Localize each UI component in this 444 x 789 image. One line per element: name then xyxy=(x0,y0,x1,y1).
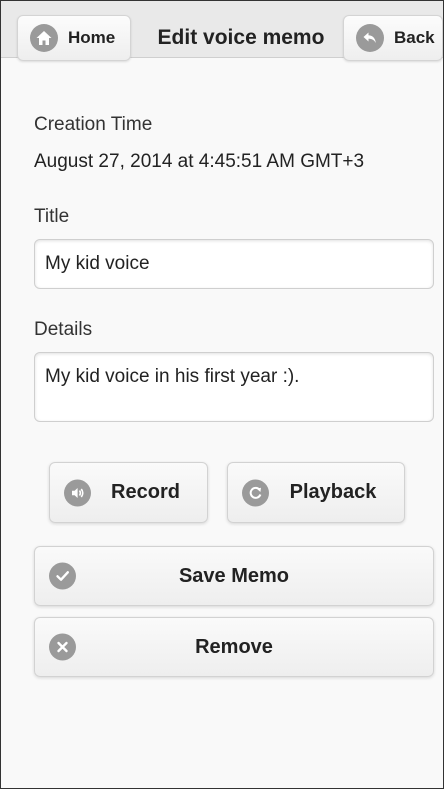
save-memo-label: Save Memo xyxy=(178,564,290,587)
refresh-icon xyxy=(242,479,269,506)
remove-button[interactable]: Remove xyxy=(34,617,434,677)
back-button-label: Back xyxy=(394,28,435,47)
remove-button-label: Remove xyxy=(195,635,273,658)
home-button-label: Home xyxy=(68,28,116,47)
details-textarea[interactable]: My kid voice in his first year :). xyxy=(34,352,434,422)
page-title: Edit voice memo xyxy=(157,26,325,49)
home-button[interactable]: Home xyxy=(17,15,131,61)
creation-time-value: August 27, 2014 at 4:45:51 AM GMT+3 xyxy=(34,151,365,172)
speaker-icon xyxy=(64,479,91,506)
creation-time-label: Creation Time xyxy=(34,114,153,135)
record-button[interactable]: Record xyxy=(49,462,208,523)
home-icon xyxy=(30,24,58,52)
playback-button[interactable]: Playback xyxy=(227,462,405,523)
app-frame: Home Edit voice memo Back Creation Time … xyxy=(0,0,444,789)
back-arrow-icon xyxy=(356,24,384,52)
back-button[interactable]: Back xyxy=(343,15,443,61)
details-label: Details xyxy=(34,319,93,340)
save-memo-button[interactable]: Save Memo xyxy=(34,546,434,606)
title-input[interactable] xyxy=(34,239,434,289)
record-button-label: Record xyxy=(111,481,180,503)
header-bar: Home Edit voice memo Back xyxy=(1,1,443,61)
title-label: Title xyxy=(34,206,70,227)
playback-button-label: Playback xyxy=(289,481,377,503)
